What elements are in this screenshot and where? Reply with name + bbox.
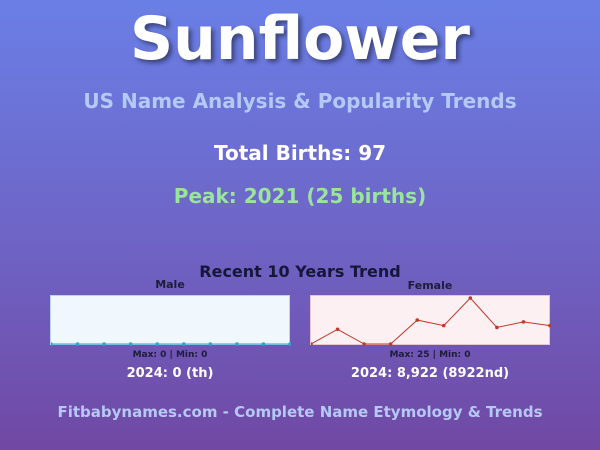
female-stats: Max: 25 | Min: 0 <box>389 350 471 360</box>
female-trend-svg <box>311 296 551 346</box>
female-trend-chart <box>310 295 551 346</box>
female-point-2016 <box>335 327 340 332</box>
female-point-2018 <box>388 342 393 346</box>
female-point-2023 <box>521 320 526 324</box>
total-births: Total Births: 97 <box>213 141 387 165</box>
male-point-2023 <box>261 342 266 346</box>
male-rank: 2024: 0 (th) <box>126 366 214 381</box>
male-trend-svg <box>51 342 291 346</box>
page-subtitle: US Name Analysis & Popularity Trends <box>83 89 517 113</box>
male-point-2020 <box>181 342 186 346</box>
female-point-2020 <box>441 323 446 328</box>
male-trend-chart <box>50 295 291 346</box>
female-point-2017 <box>362 342 366 346</box>
female-point-2024 <box>548 323 551 328</box>
page-title: Sunflower <box>129 4 471 74</box>
male-point-2017 <box>102 342 106 346</box>
female-point-2021 <box>468 296 473 300</box>
peak-info: Peak: 2021 (25 births) <box>173 184 427 208</box>
male-stats: Max: 0 | Min: 0 <box>132 350 208 360</box>
female-series-line <box>311 297 551 345</box>
female-chart-label: Female <box>407 279 453 292</box>
female-point-2019 <box>415 318 420 322</box>
footer-credit: Fitbabynames.com - Complete Name Etymolo… <box>57 403 543 421</box>
male-chart-label: Male <box>155 278 185 291</box>
male-point-2022 <box>235 342 239 346</box>
male-point-2019 <box>155 342 160 346</box>
male-point-2015 <box>51 342 53 346</box>
male-point-2024 <box>288 342 291 346</box>
female-point-2022 <box>495 325 499 330</box>
female-rank: 2024: 8,922 (8922nd) <box>350 366 510 381</box>
male-point-2016 <box>75 342 80 346</box>
male-point-2018 <box>128 342 133 346</box>
male-point-2021 <box>208 342 213 346</box>
